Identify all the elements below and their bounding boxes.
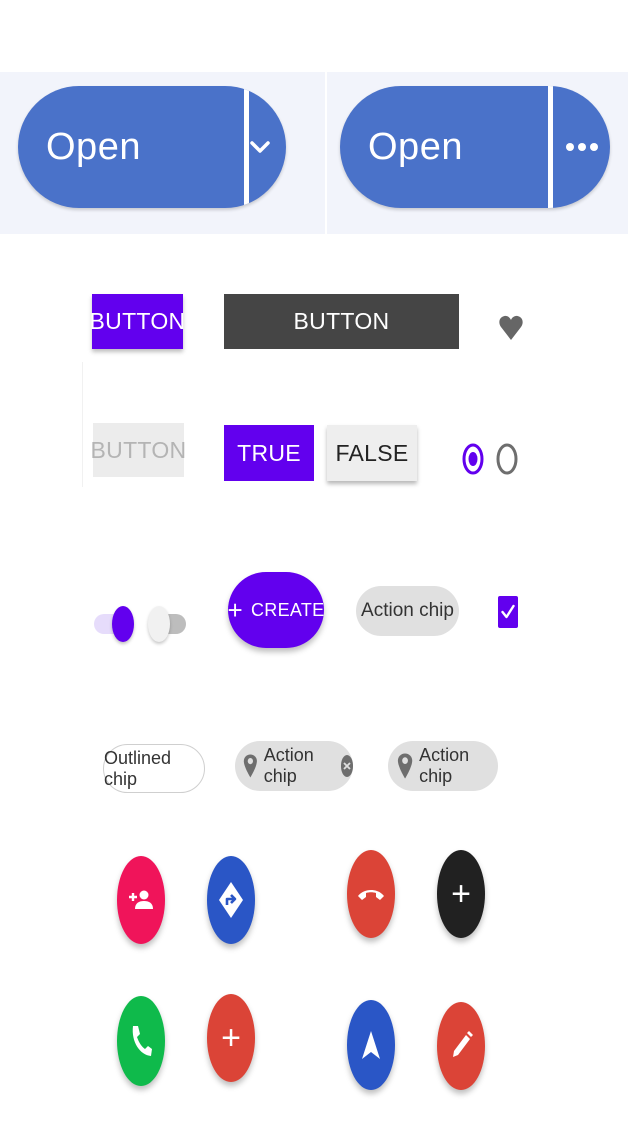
chip-label: Action chip xyxy=(263,745,314,786)
plus-icon: + xyxy=(221,1019,241,1057)
disabled-button: BUTTON xyxy=(91,423,186,477)
edit-fab[interactable] xyxy=(437,1002,485,1090)
add-icon: + xyxy=(227,594,243,625)
switch-off[interactable] xyxy=(148,604,190,644)
radio-unchecked-icon xyxy=(496,443,518,475)
chevron-down-icon xyxy=(250,141,270,153)
radio-unselected[interactable] xyxy=(496,442,518,476)
split-button-dropdown: Open xyxy=(18,86,286,208)
add-contact-fab[interactable] xyxy=(117,856,165,944)
more-options-button[interactable] xyxy=(553,86,610,208)
radio-selected[interactable] xyxy=(462,442,484,476)
checkbox-checked[interactable] xyxy=(498,596,518,628)
more-horizontal-icon xyxy=(565,143,598,151)
call-end-icon xyxy=(358,890,384,900)
close-icon[interactable] xyxy=(340,755,353,777)
radio-checked-icon xyxy=(462,443,484,475)
action-chip-closeable[interactable]: Action chip xyxy=(235,741,353,791)
directions-fab[interactable] xyxy=(207,856,255,944)
location-pin-icon xyxy=(397,753,413,779)
divider xyxy=(82,362,83,487)
switch-thumb xyxy=(112,606,134,642)
call-fab[interactable] xyxy=(117,996,165,1086)
panel-divider xyxy=(325,72,327,234)
create-label: CREATE xyxy=(251,599,325,620)
outlined-chip[interactable]: Outlined chip xyxy=(103,744,205,793)
check-icon xyxy=(501,604,515,619)
edit-icon xyxy=(453,1031,473,1057)
chip-label: Action chip xyxy=(419,745,470,786)
add-person-icon xyxy=(129,890,153,909)
switch-on[interactable] xyxy=(94,604,138,644)
directions-icon xyxy=(219,882,243,918)
open-button[interactable]: Open xyxy=(340,86,576,208)
phone-icon xyxy=(132,1026,152,1056)
navigation-fab[interactable] xyxy=(347,1000,395,1090)
contained-button[interactable]: BUTTON xyxy=(90,294,185,349)
plus-icon: + xyxy=(451,875,471,913)
navigation-icon xyxy=(362,1031,380,1059)
split-button-overflow: Open xyxy=(340,86,610,208)
dark-button[interactable]: BUTTON xyxy=(224,294,459,349)
location-pin-icon xyxy=(243,754,257,778)
create-fab[interactable]: + CREATE xyxy=(228,572,324,648)
action-chip[interactable]: Action chip xyxy=(356,586,459,636)
toggle-false-button[interactable]: FALSE xyxy=(327,425,417,481)
add-fab-dark[interactable]: + xyxy=(437,850,485,938)
action-chip-with-icon[interactable]: Action chip xyxy=(388,741,498,791)
favorite-button[interactable] xyxy=(498,314,524,342)
open-button[interactable]: Open xyxy=(18,86,254,208)
add-fab-red[interactable]: + xyxy=(207,994,255,1082)
toggle-true-button[interactable]: TRUE xyxy=(224,425,314,481)
dropdown-toggle[interactable] xyxy=(234,86,286,208)
switch-thumb xyxy=(148,606,170,642)
hang-up-fab[interactable] xyxy=(347,850,395,938)
heart-icon xyxy=(499,315,523,340)
